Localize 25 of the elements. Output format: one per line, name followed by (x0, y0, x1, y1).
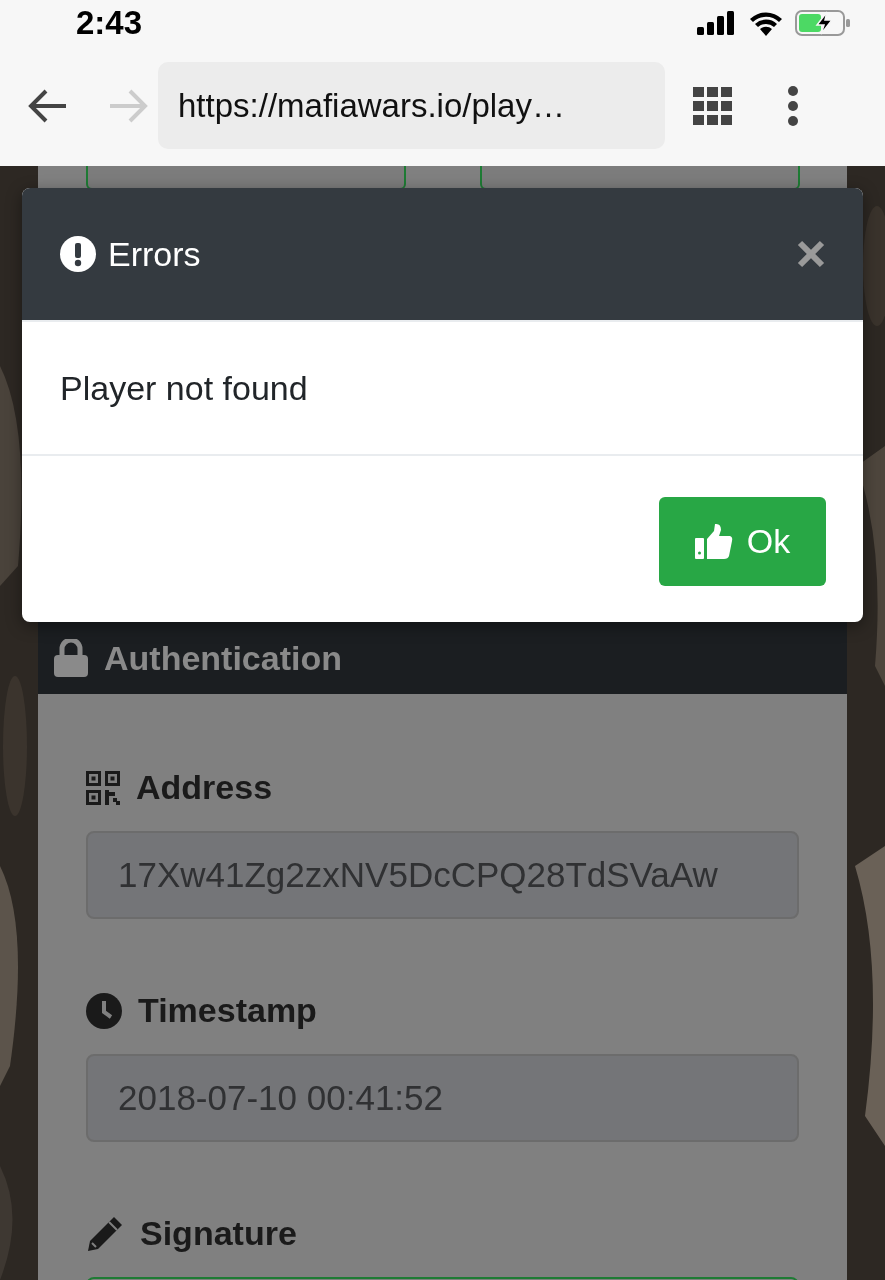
thumbs-up-icon (694, 523, 733, 559)
battery-icon (795, 9, 851, 36)
close-icon[interactable] (797, 240, 825, 268)
panel-title: Authentication (104, 638, 342, 678)
timestamp-field[interactable]: 2018-07-10 00:41:52 (86, 1054, 799, 1142)
pencil-icon (86, 1214, 124, 1253)
top-button[interactable] (86, 166, 406, 190)
lock-icon (54, 639, 88, 677)
dialog-title: Errors (108, 234, 202, 274)
ok-button[interactable]: Ok (659, 496, 826, 586)
top-button[interactable] (480, 166, 800, 190)
status-time: 2:43 (76, 3, 143, 42)
qr-code-icon (86, 770, 120, 805)
field-label: Address (136, 768, 273, 807)
address-field[interactable]: 17Xw41Zg2zxNV5DcCPQ28TdSVaAw (86, 831, 799, 919)
field-label: Timestamp (138, 991, 317, 1030)
dialog-message: Player not found (60, 368, 308, 408)
field-label: Signature (140, 1214, 297, 1253)
menu-icon[interactable] (787, 85, 799, 126)
back-icon[interactable] (28, 87, 68, 124)
clock-icon (86, 992, 122, 1029)
url-field[interactable]: https://mafiawars.io/play… (158, 62, 665, 149)
signal-icon (697, 10, 737, 35)
exclamation-icon (60, 236, 96, 272)
tabs-grid-icon[interactable] (693, 86, 733, 125)
